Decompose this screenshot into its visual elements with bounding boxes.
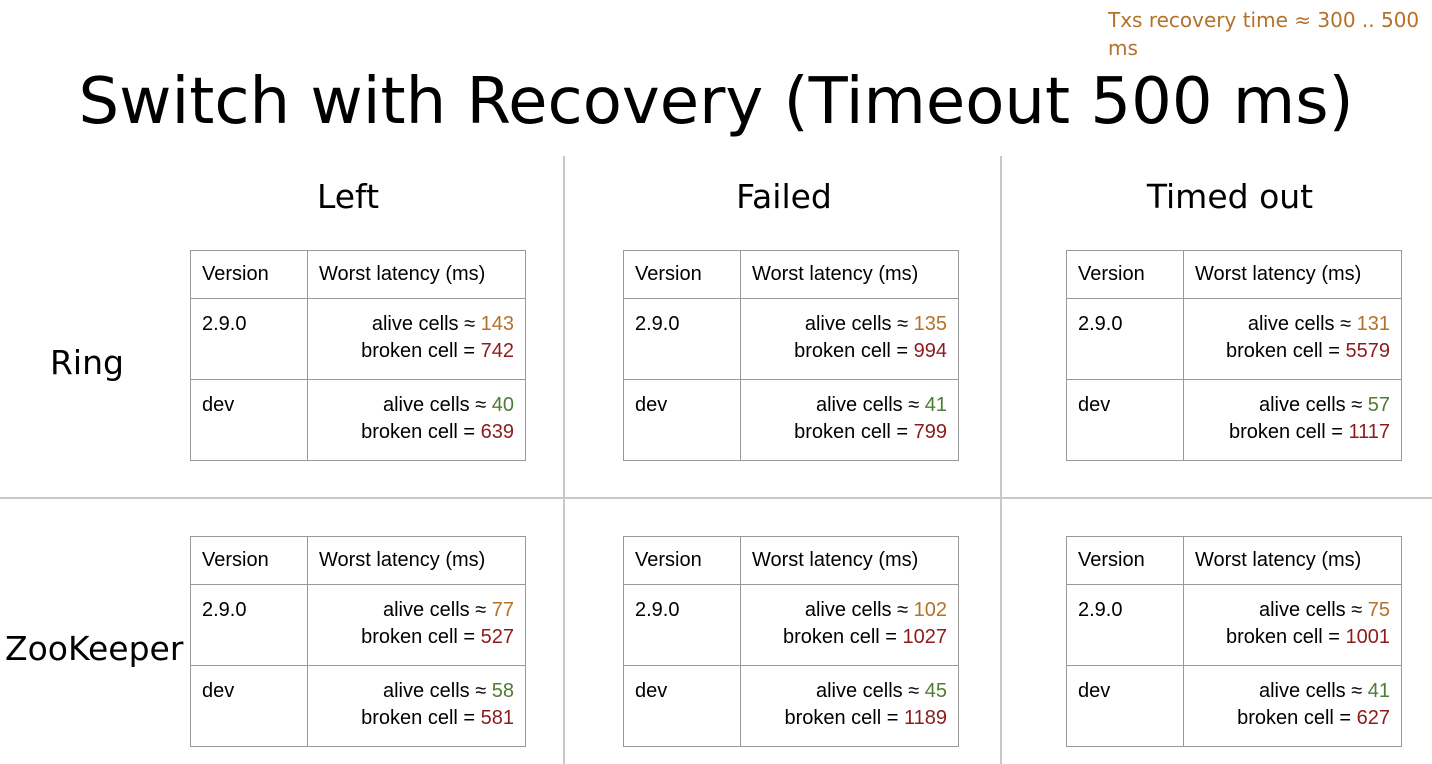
- header-worst-latency: Worst latency (ms): [740, 250, 959, 299]
- latency-cell: alive cells ≈ 131 broken cell = 5579: [1183, 298, 1402, 380]
- version-cell: 2.9.0: [623, 584, 741, 666]
- header-version: Version: [190, 536, 308, 585]
- latency-cell: alive cells ≈ 45 broken cell = 1189: [740, 665, 959, 747]
- table-row: dev alive cells ≈ 41 broken cell = 627: [1066, 665, 1402, 747]
- version-cell: 2.9.0: [623, 298, 741, 380]
- header-version: Version: [623, 250, 741, 299]
- table-row: dev alive cells ≈ 58 broken cell = 581: [190, 665, 526, 747]
- version-cell: 2.9.0: [1066, 584, 1184, 666]
- version-cell: dev: [1066, 379, 1184, 461]
- latency-cell: alive cells ≈ 58 broken cell = 581: [307, 665, 526, 747]
- column-header-timed-out: Timed out: [1146, 177, 1314, 216]
- header-worst-latency: Worst latency (ms): [307, 536, 526, 585]
- table-row: 2.9.0 alive cells ≈ 77 broken cell = 527: [190, 584, 526, 666]
- version-cell: dev: [190, 379, 308, 461]
- latency-cell: alive cells ≈ 102 broken cell = 1027: [740, 584, 959, 666]
- latency-table-zookeeper-timed-out: Version Worst latency (ms) 2.9.0 alive ce…: [1066, 536, 1402, 747]
- table-row: dev alive cells ≈ 45 broken cell = 1189: [623, 665, 959, 747]
- latency-table-ring-left: Version Worst latency (ms) 2.9.0 alive ce…: [190, 250, 526, 461]
- table-row: dev alive cells ≈ 41 broken cell = 799: [623, 379, 959, 461]
- latency-cell: alive cells ≈ 41 broken cell = 627: [1183, 665, 1402, 747]
- column-divider: [1000, 156, 1002, 764]
- slide-title: Switch with Recovery (Timeout 500 ms): [78, 65, 1354, 139]
- table-row: 2.9.0 alive cells ≈ 143 broken cell = 742: [190, 298, 526, 380]
- latency-cell: alive cells ≈ 143 broken cell = 742: [307, 298, 526, 380]
- row-header-ring: Ring: [50, 343, 124, 382]
- latency-cell: alive cells ≈ 135 broken cell = 994: [740, 298, 959, 380]
- row-divider: [0, 497, 1432, 499]
- column-header-failed: Failed: [736, 177, 832, 216]
- latency-table-ring-failed: Version Worst latency (ms) 2.9.0 alive ce…: [623, 250, 959, 461]
- header-worst-latency: Worst latency (ms): [1183, 250, 1402, 299]
- version-cell: dev: [623, 665, 741, 747]
- header-version: Version: [1066, 250, 1184, 299]
- version-cell: 2.9.0: [190, 298, 308, 380]
- latency-cell: alive cells ≈ 57 broken cell = 1117: [1183, 379, 1402, 461]
- version-cell: dev: [190, 665, 308, 747]
- latency-cell: alive cells ≈ 40 broken cell = 639: [307, 379, 526, 461]
- header-worst-latency: Worst latency (ms): [307, 250, 526, 299]
- version-cell: 2.9.0: [190, 584, 308, 666]
- header-version: Version: [190, 250, 308, 299]
- header-worst-latency: Worst latency (ms): [1183, 536, 1402, 585]
- table-row: 2.9.0 alive cells ≈ 135 broken cell = 994: [623, 298, 959, 380]
- latency-table-ring-timed-out: Version Worst latency (ms) 2.9.0 alive ce…: [1066, 250, 1402, 461]
- table-row: 2.9.0 alive cells ≈ 75 broken cell = 1001: [1066, 584, 1402, 666]
- table-row: dev alive cells ≈ 57 broken cell = 1117: [1066, 379, 1402, 461]
- version-cell: dev: [623, 379, 741, 461]
- latency-cell: alive cells ≈ 77 broken cell = 527: [307, 584, 526, 666]
- latency-cell: alive cells ≈ 41 broken cell = 799: [740, 379, 959, 461]
- column-header-left: Left: [316, 177, 380, 216]
- header-version: Version: [623, 536, 741, 585]
- table-row: 2.9.0 alive cells ≈ 131 broken cell = 557…: [1066, 298, 1402, 380]
- latency-table-zookeeper-left: Version Worst latency (ms) 2.9.0 alive ce…: [190, 536, 526, 747]
- recovery-time-note: Txs recovery time ≈ 300 .. 500 ms: [1108, 8, 1420, 60]
- latency-table-zookeeper-failed: Version Worst latency (ms) 2.9.0 alive ce…: [623, 536, 959, 747]
- header-worst-latency: Worst latency (ms): [740, 536, 959, 585]
- table-row: 2.9.0 alive cells ≈ 102 broken cell = 102…: [623, 584, 959, 666]
- table-row: dev alive cells ≈ 40 broken cell = 639: [190, 379, 526, 461]
- row-header-zookeeper: ZooKeeper: [5, 629, 184, 668]
- version-cell: 2.9.0: [1066, 298, 1184, 380]
- header-version: Version: [1066, 536, 1184, 585]
- latency-cell: alive cells ≈ 75 broken cell = 1001: [1183, 584, 1402, 666]
- column-divider: [563, 156, 565, 764]
- version-cell: dev: [1066, 665, 1184, 747]
